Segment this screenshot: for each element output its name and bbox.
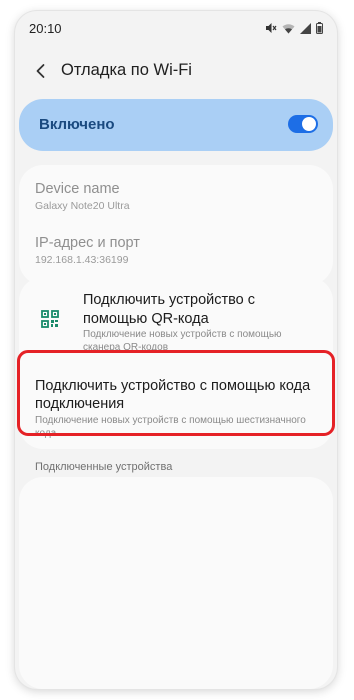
master-switch-label: Включено <box>39 116 115 133</box>
status-icons <box>265 22 323 34</box>
pair-code-title: Подключить устройство с помощью кода под… <box>35 378 311 412</box>
pair-qr-subtitle: Подключение новых устройств с помощью ск… <box>83 329 282 353</box>
paired-devices-header: Подключенные устройства <box>35 461 173 473</box>
pair-code-subtitle: Подключение новых устройств с помощью ше… <box>35 415 306 439</box>
battery-icon <box>316 22 323 34</box>
info-card: Device name Galaxy Note20 Ultra IP-адрес… <box>19 165 333 285</box>
page-title: Отладка по Wi‑Fi <box>61 61 192 79</box>
pair-qr-title: Подключить устройство с помощью QR-кода <box>83 292 256 327</box>
paired-devices-list <box>19 477 333 689</box>
wifi-icon <box>282 23 295 33</box>
master-toggle[interactable] <box>288 115 318 133</box>
toggle-knob <box>302 117 316 131</box>
app-bar: Отладка по Wi‑Fi <box>15 51 337 91</box>
wifi-debug-master-switch[interactable]: Включено <box>19 99 333 151</box>
device-name-value: Galaxy Note20 Ultra <box>35 200 130 212</box>
qr-code-icon <box>41 310 59 328</box>
phone-screen: 20:10 Отладка по Wi‑Fi Включено Device n… <box>15 11 337 689</box>
status-bar: 20:10 <box>15 11 337 45</box>
status-time: 20:10 <box>29 20 62 36</box>
device-name-title: Device name <box>35 181 120 197</box>
back-arrow-icon[interactable] <box>33 63 49 79</box>
ip-port-title: IP-адрес и порт <box>35 235 140 251</box>
pairing-card: Подключить устройство с помощью QR-кода … <box>19 277 333 449</box>
signal-icon <box>300 22 311 34</box>
ip-port-value: 192.168.1.43:36199 <box>35 254 129 266</box>
mute-icon <box>266 23 277 33</box>
